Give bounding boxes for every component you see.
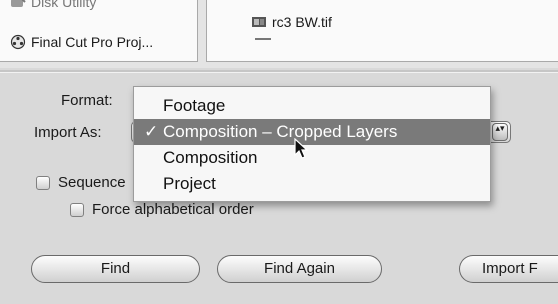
file-browser-column-right[interactable]: rc3 BW.tif — [206, 0, 558, 62]
force-alphabetical-checkbox[interactable] — [70, 203, 84, 217]
menu-item-project[interactable]: Project — [134, 171, 490, 197]
import-as-label: Import As: — [34, 124, 102, 141]
file-item-final-cut-pro[interactable]: Final Cut Pro Proj... — [10, 34, 153, 50]
final-cut-pro-icon — [10, 34, 26, 50]
format-label: Format: — [61, 92, 113, 109]
mouse-pointer-icon — [294, 138, 309, 159]
file-item-disk-utility[interactable]: Disk Utility — [10, 0, 96, 10]
disk-utility-icon — [11, 0, 26, 7]
file-item-label: Final Cut Pro Proj... — [31, 34, 154, 50]
file-item-label: Disk Utility — [31, 0, 97, 10]
menu-item-label: Composition – Cropped Layers — [163, 122, 398, 141]
file-browser: Disk Utility Final Cut Pro Proj... rc3 B… — [0, 0, 558, 68]
divider — [0, 70, 558, 73]
menu-item-footage[interactable]: Footage — [134, 93, 490, 119]
find-again-button[interactable]: Find Again — [217, 255, 382, 283]
file-item-rc3-bw[interactable]: rc3 BW.tif — [251, 14, 332, 30]
import-as-dropdown-menu: Footage ✓ Composition – Cropped Layers C… — [133, 86, 491, 202]
import-button[interactable]: Import F — [459, 255, 558, 283]
menu-item-composition-cropped-layers[interactable]: ✓ Composition – Cropped Layers — [134, 119, 490, 145]
select-stepper-icon: ▴▾ — [492, 123, 508, 141]
file-item-partial — [255, 38, 271, 40]
sequence-checkbox[interactable] — [36, 176, 50, 190]
find-button[interactable]: Find — [31, 255, 200, 283]
force-alphabetical-label: Force alphabetical order — [92, 201, 254, 218]
file-item-label: rc3 BW.tif — [272, 14, 332, 30]
checkmark-icon: ✓ — [144, 122, 159, 141]
file-browser-column-left[interactable]: Disk Utility Final Cut Pro Proj... — [0, 0, 198, 62]
sequence-label: Sequence — [58, 174, 126, 191]
menu-item-composition[interactable]: Composition — [134, 145, 490, 171]
tif-file-icon — [252, 17, 266, 27]
